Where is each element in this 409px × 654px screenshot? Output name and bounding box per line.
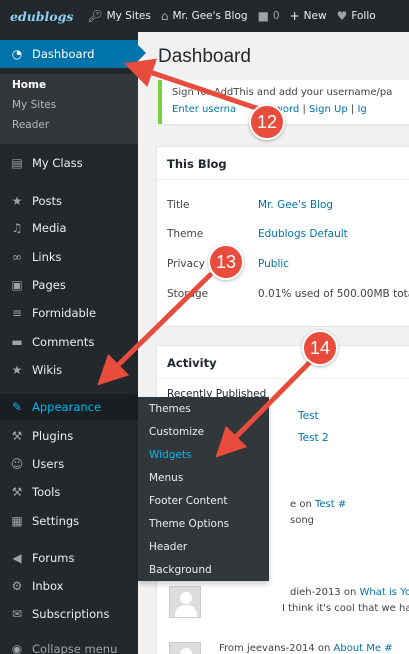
menu-inbox[interactable]: ⚙ Inbox	[0, 573, 138, 599]
dashboard-icon: ◔	[11, 47, 23, 61]
settings-icon: ▦	[11, 514, 23, 528]
flyout-header[interactable]: Header	[149, 541, 187, 553]
blog-theme-link[interactable]: Edublogs Default	[258, 228, 348, 240]
home-icon: ⌂	[160, 9, 169, 23]
post-link-test[interactable]: Test	[298, 410, 319, 422]
post-link-test-2[interactable]: Test 2	[298, 432, 329, 444]
flyout-menus[interactable]: Menus	[149, 472, 183, 484]
menu-settings[interactable]: ▦ Settings	[0, 508, 138, 534]
admin-bar: edublogs 🔑︎ My Sites ⌂ Mr. Gee's Blog ■ 0 +…	[0, 0, 409, 32]
flyout-theme-options[interactable]: Theme Options	[149, 518, 229, 530]
menu-users[interactable]: ☺ Users	[0, 451, 138, 477]
site-name-menu[interactable]: ⌂ Mr. Gee's Blog	[156, 0, 253, 32]
sign-up-link[interactable]: Sign Up	[309, 104, 348, 115]
appearance-flyout-menu: Themes Customize Widgets Menus Footer Co…	[138, 397, 269, 581]
menu-wikis[interactable]: ★ Wikis	[0, 357, 138, 383]
annotation-badge-13: 13	[208, 244, 244, 280]
comments-icon: ▬	[11, 335, 23, 349]
users-icon: ☺	[10, 457, 24, 471]
page-title: Dashboard	[158, 46, 251, 67]
blog-storage-label: Storage	[167, 288, 209, 300]
comment-meta-2: dieh-2013 on What is Your D	[290, 587, 409, 598]
this-blog-widget: This Blog Title Mr. Gee's Blog Theme Edu…	[156, 146, 409, 327]
menu-formidable[interactable]: ≡ Formidable	[0, 300, 138, 326]
comment-icon: ■	[257, 9, 269, 23]
annotation-badge-12: 12	[249, 104, 285, 140]
flyout-themes[interactable]: Themes	[149, 403, 191, 415]
wiki-icon: ★	[11, 363, 23, 377]
flyout-background[interactable]: Background	[149, 564, 212, 576]
blog-privacy-label: Privacy	[167, 258, 206, 270]
inbox-icon: ⚙	[11, 579, 23, 593]
plugins-icon: ⚒	[11, 429, 23, 443]
menu-dashboard[interactable]: ◔ Dashboard	[0, 40, 146, 68]
blog-storage-value: 0.01% used of 500.00MB total	[258, 288, 409, 300]
blog-privacy-link[interactable]: Public	[258, 258, 289, 270]
this-blog-header[interactable]: This Blog	[157, 147, 409, 180]
comment-text-2: I think it's cool that we have a foot pr…	[282, 603, 409, 614]
annotation-badge-14: 14	[302, 330, 338, 366]
collapse-menu-button[interactable]: ◉ Collapse menu	[0, 636, 138, 654]
collapse-icon: ◉	[11, 642, 23, 654]
menu-media[interactable]: ♫ Media	[0, 215, 138, 241]
comment-meta-3: From jeevans-2014 on About Me #	[219, 643, 393, 654]
menu-appearance[interactable]: ✎ Appearance	[0, 394, 138, 420]
heart-icon: ♥	[336, 9, 348, 23]
pages-icon: ▣	[11, 278, 23, 292]
menu-plugins[interactable]: ⚒ Plugins	[0, 423, 138, 449]
menu-posts[interactable]: ★ Posts	[0, 188, 138, 214]
menu-links[interactable]: ∞ Links	[0, 244, 138, 270]
edublogs-logo[interactable]: edublogs	[0, 0, 82, 32]
menu-comments[interactable]: ▬ Comments	[0, 329, 138, 355]
link-icon: ∞	[12, 250, 22, 264]
submenu-reader[interactable]: Reader	[12, 119, 49, 131]
my-sites-menu[interactable]: 🔑︎ My Sites	[82, 0, 155, 32]
notice-text: Sign for AddThis and add your username/p…	[172, 87, 393, 98]
avatar	[169, 586, 201, 618]
comment-text-1: song	[290, 515, 315, 526]
plus-icon: +	[289, 9, 300, 23]
blog-title-link[interactable]: Mr. Gee's Blog	[258, 199, 333, 211]
menu-my-class[interactable]: ▤ My Class	[0, 150, 138, 176]
key-icon: 🔑︎	[87, 9, 103, 23]
comments-count[interactable]: ■ 0	[253, 0, 285, 32]
tools-icon: ⚒	[11, 485, 23, 499]
avatar	[169, 642, 201, 654]
pin-icon: ★	[11, 194, 23, 208]
flyout-widgets[interactable]: Widgets	[149, 449, 191, 461]
flyout-customize[interactable]: Customize	[149, 426, 204, 438]
flyout-footer-content[interactable]: Footer Content	[149, 495, 228, 507]
comment-meta-1: e on Test #	[290, 499, 347, 510]
media-icon: ♫	[11, 221, 23, 235]
admin-sidebar: ◔ Dashboard Home My Sites Reader ▤ My Cla…	[0, 32, 146, 654]
blog-title-label: Title	[167, 199, 190, 211]
menu-subscriptions[interactable]: ✉ Subscriptions	[0, 601, 138, 627]
menu-pages[interactable]: ▣ Pages	[0, 272, 138, 298]
dashboard-submenu: Home My Sites Reader	[0, 74, 138, 144]
mail-icon: ✉	[11, 607, 23, 621]
submenu-home[interactable]: Home	[12, 79, 46, 91]
menu-forums[interactable]: ◀ Forums	[0, 545, 138, 571]
blog-theme-label: Theme	[167, 228, 204, 240]
comment-post-link-1[interactable]: Test #	[315, 499, 346, 510]
activity-header[interactable]: Activity	[157, 346, 409, 379]
new-content-menu[interactable]: + New	[285, 0, 332, 32]
submenu-my-sites[interactable]: My Sites	[12, 99, 56, 111]
follow-menu[interactable]: ♥ Follo	[332, 0, 381, 32]
comment-post-link-2[interactable]: What is Your D	[360, 587, 409, 598]
forums-icon: ◀	[12, 551, 22, 565]
class-icon: ▤	[11, 156, 23, 170]
menu-tools[interactable]: ⚒ Tools	[0, 479, 138, 505]
ignore-link[interactable]: Ig	[357, 104, 366, 115]
comment-post-link-3[interactable]: About Me #	[334, 643, 393, 654]
form-icon: ≡	[11, 306, 23, 320]
appearance-icon: ✎	[11, 400, 23, 414]
